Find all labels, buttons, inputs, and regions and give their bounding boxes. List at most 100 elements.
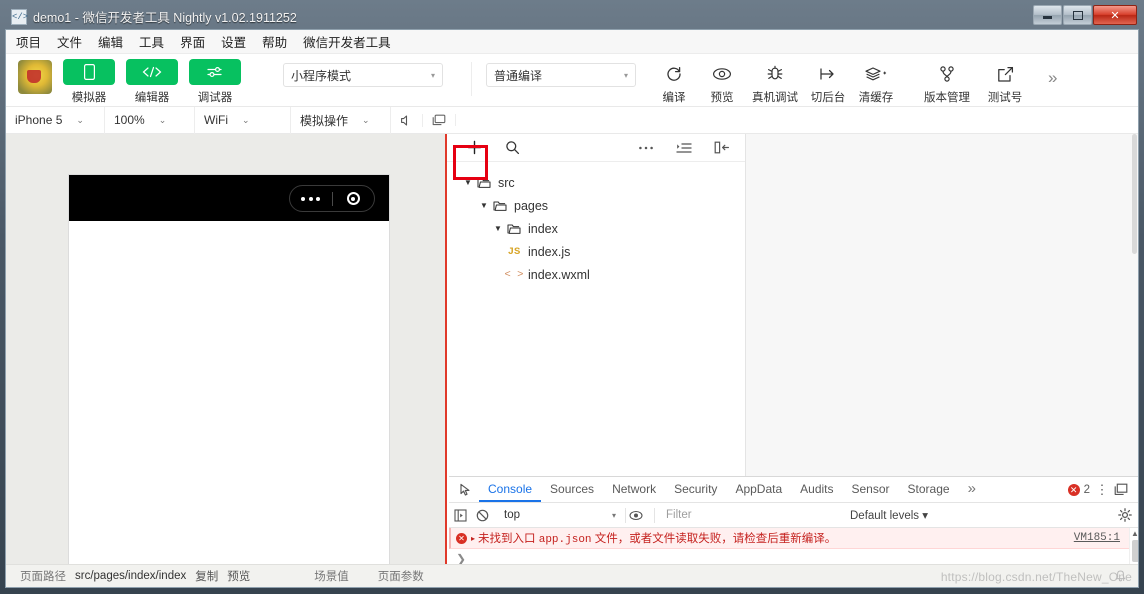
sim-action-select[interactable]: 模拟操作 ⌄ [291,107,391,134]
menu-item-settings[interactable]: 设置 [221,32,246,51]
bug-icon [746,61,804,87]
expand-arrow-icon[interactable]: ▸ [471,534,475,543]
tab-storage[interactable]: Storage [899,477,959,502]
new-file-icon[interactable] [461,137,487,159]
live-expression-icon[interactable] [629,510,651,521]
target-circle-icon[interactable] [333,192,375,205]
kebab-menu-icon[interactable]: ⋮ [1092,482,1112,498]
network-select-value: WiFi [204,113,228,127]
tab-security[interactable]: Security [665,477,726,502]
zoom-select[interactable]: 100% ⌄ [105,107,195,134]
console-sidebar-icon[interactable] [454,509,476,522]
filterbar-divider [625,508,626,523]
scene-value-label[interactable]: 场景值 [314,568,349,584]
console-levels-select[interactable]: Default levels ▾ [850,508,928,522]
editor-toggle-label: 编辑器 [126,89,178,105]
menu-item-help[interactable]: 帮助 [262,32,287,51]
console-error-row[interactable]: ✕ ▸ 未找到入口 app.json 文件，或者文件读取失败，请检查后重新编译。… [449,528,1139,549]
copy-path-link[interactable]: 复制 [195,568,218,584]
preview-button[interactable]: 预览 [698,54,746,105]
project-mode-select[interactable]: 小程序模式 ▾ [283,63,443,87]
error-text-post: 文件，或者文件读取失败，请检查后重新编译。 [592,533,837,545]
inspect-element-icon[interactable] [453,477,479,502]
chevron-down-icon[interactable]: ▼ [477,201,491,210]
screenshot-button[interactable] [423,114,456,126]
test-account-label: 测试号 [976,89,1034,105]
tree-item-label: pages [514,199,548,213]
version-control-button[interactable]: 版本管理 [918,54,976,105]
wechat-capsule[interactable] [289,185,375,212]
menu-item-devtools[interactable]: 微信开发者工具 [303,32,391,51]
bell-icon[interactable] [1115,570,1126,582]
preview-path-link[interactable]: 预览 [227,568,250,584]
scrollbar-thumb[interactable] [1132,540,1139,562]
maximize-button[interactable] [1063,5,1092,25]
refresh-icon [650,61,698,87]
simulator-pane [6,134,447,566]
collapse-list-icon[interactable] [671,137,697,159]
toolbar-actions-group: 普通编译 ▾ 编译 预览 [471,54,1057,105]
clear-console-icon[interactable] [476,509,498,522]
phone-viewport[interactable] [69,221,389,587]
watermark-text: https://blog.csdn.net/TheNew_One [941,570,1132,584]
tab-sensor[interactable]: Sensor [843,477,899,502]
chevron-down-icon[interactable]: ▼ [491,224,505,233]
console-context-select[interactable]: top ▾ [504,509,622,521]
tree-item-label: index.wxml [528,268,590,282]
close-button[interactable]: ✕ [1093,5,1137,25]
editor-toggle[interactable]: 编辑器 [126,59,178,105]
code-brackets-icon: </> [11,9,27,25]
dock-panel-icon[interactable] [1114,483,1134,496]
error-text-pre: 未找到入口 [478,533,539,545]
tab-audits[interactable]: Audits [791,477,842,502]
tab-appdata[interactable]: AppData [726,477,791,502]
menu-item-project[interactable]: 项目 [16,32,41,51]
console-filter-input[interactable]: Filter [666,509,836,521]
page-params-label[interactable]: 页面参数 [378,568,424,584]
chevron-down-icon[interactable]: ▼ [461,178,475,187]
simulator-toggle[interactable]: 模拟器 [63,59,115,105]
tab-sources[interactable]: Sources [541,477,603,502]
device-select[interactable]: iPhone 5 ⌄ [6,107,105,134]
tree-item-index-folder[interactable]: ▼ index [447,217,745,240]
test-account-button[interactable]: 测试号 [976,54,1034,105]
eye-icon [698,61,746,87]
scrollbar-thumb[interactable] [1132,134,1137,254]
compile-button[interactable]: 编译 [650,54,698,105]
debugger-toggle[interactable]: 调试器 [189,59,241,105]
menu-item-ui[interactable]: 界面 [180,32,205,51]
background-switch-button[interactable]: 切后台 [804,54,852,105]
tree-item-index-wxml[interactable]: < > index.wxml [447,263,745,286]
console-context-value: top [504,509,520,521]
collapse-sidebar-icon[interactable] [709,137,735,159]
clear-cache-button[interactable]: 清缓存 [852,54,900,105]
folder-icon [505,223,523,235]
toolbar-overflow-button[interactable]: » [1048,68,1057,88]
tree-item-src[interactable]: ▼ src [447,171,745,194]
real-device-debug-button[interactable]: 真机调试 [746,54,804,105]
menu-item-file[interactable]: 文件 [57,32,82,51]
simulator-toggle-label: 模拟器 [63,89,115,105]
search-icon[interactable] [499,137,525,159]
network-select[interactable]: WiFi ⌄ [195,107,291,134]
tree-item-pages[interactable]: ▼ pages [447,194,745,217]
main-toolbar: 模拟器 编辑器 调试器 小程序模式 ▾ [6,54,1138,107]
user-avatar[interactable] [18,60,52,94]
minimize-button[interactable] [1033,5,1062,25]
tree-item-index-js[interactable]: JS index.js [447,240,745,263]
tab-console[interactable]: Console [479,477,541,502]
error-count-badge[interactable]: ✕ 2 [1068,484,1090,496]
volume-button[interactable] [391,114,423,127]
more-options-icon[interactable] [633,137,659,159]
main-scrollbar[interactable] [1131,134,1138,476]
more-dots-icon[interactable] [290,197,332,201]
compile-mode-select[interactable]: 普通编译 ▾ [486,63,636,87]
chevron-down-icon: ⌄ [159,115,167,126]
toolbar-divider [471,62,472,96]
tabs-overflow-button[interactable]: » [959,477,985,502]
tab-network[interactable]: Network [603,477,665,502]
menu-item-edit[interactable]: 编辑 [98,32,123,51]
gear-icon[interactable] [1118,508,1139,522]
menu-item-tools[interactable]: 工具 [139,32,164,51]
scroll-up-arrow-icon[interactable]: ▲ [1130,528,1139,539]
